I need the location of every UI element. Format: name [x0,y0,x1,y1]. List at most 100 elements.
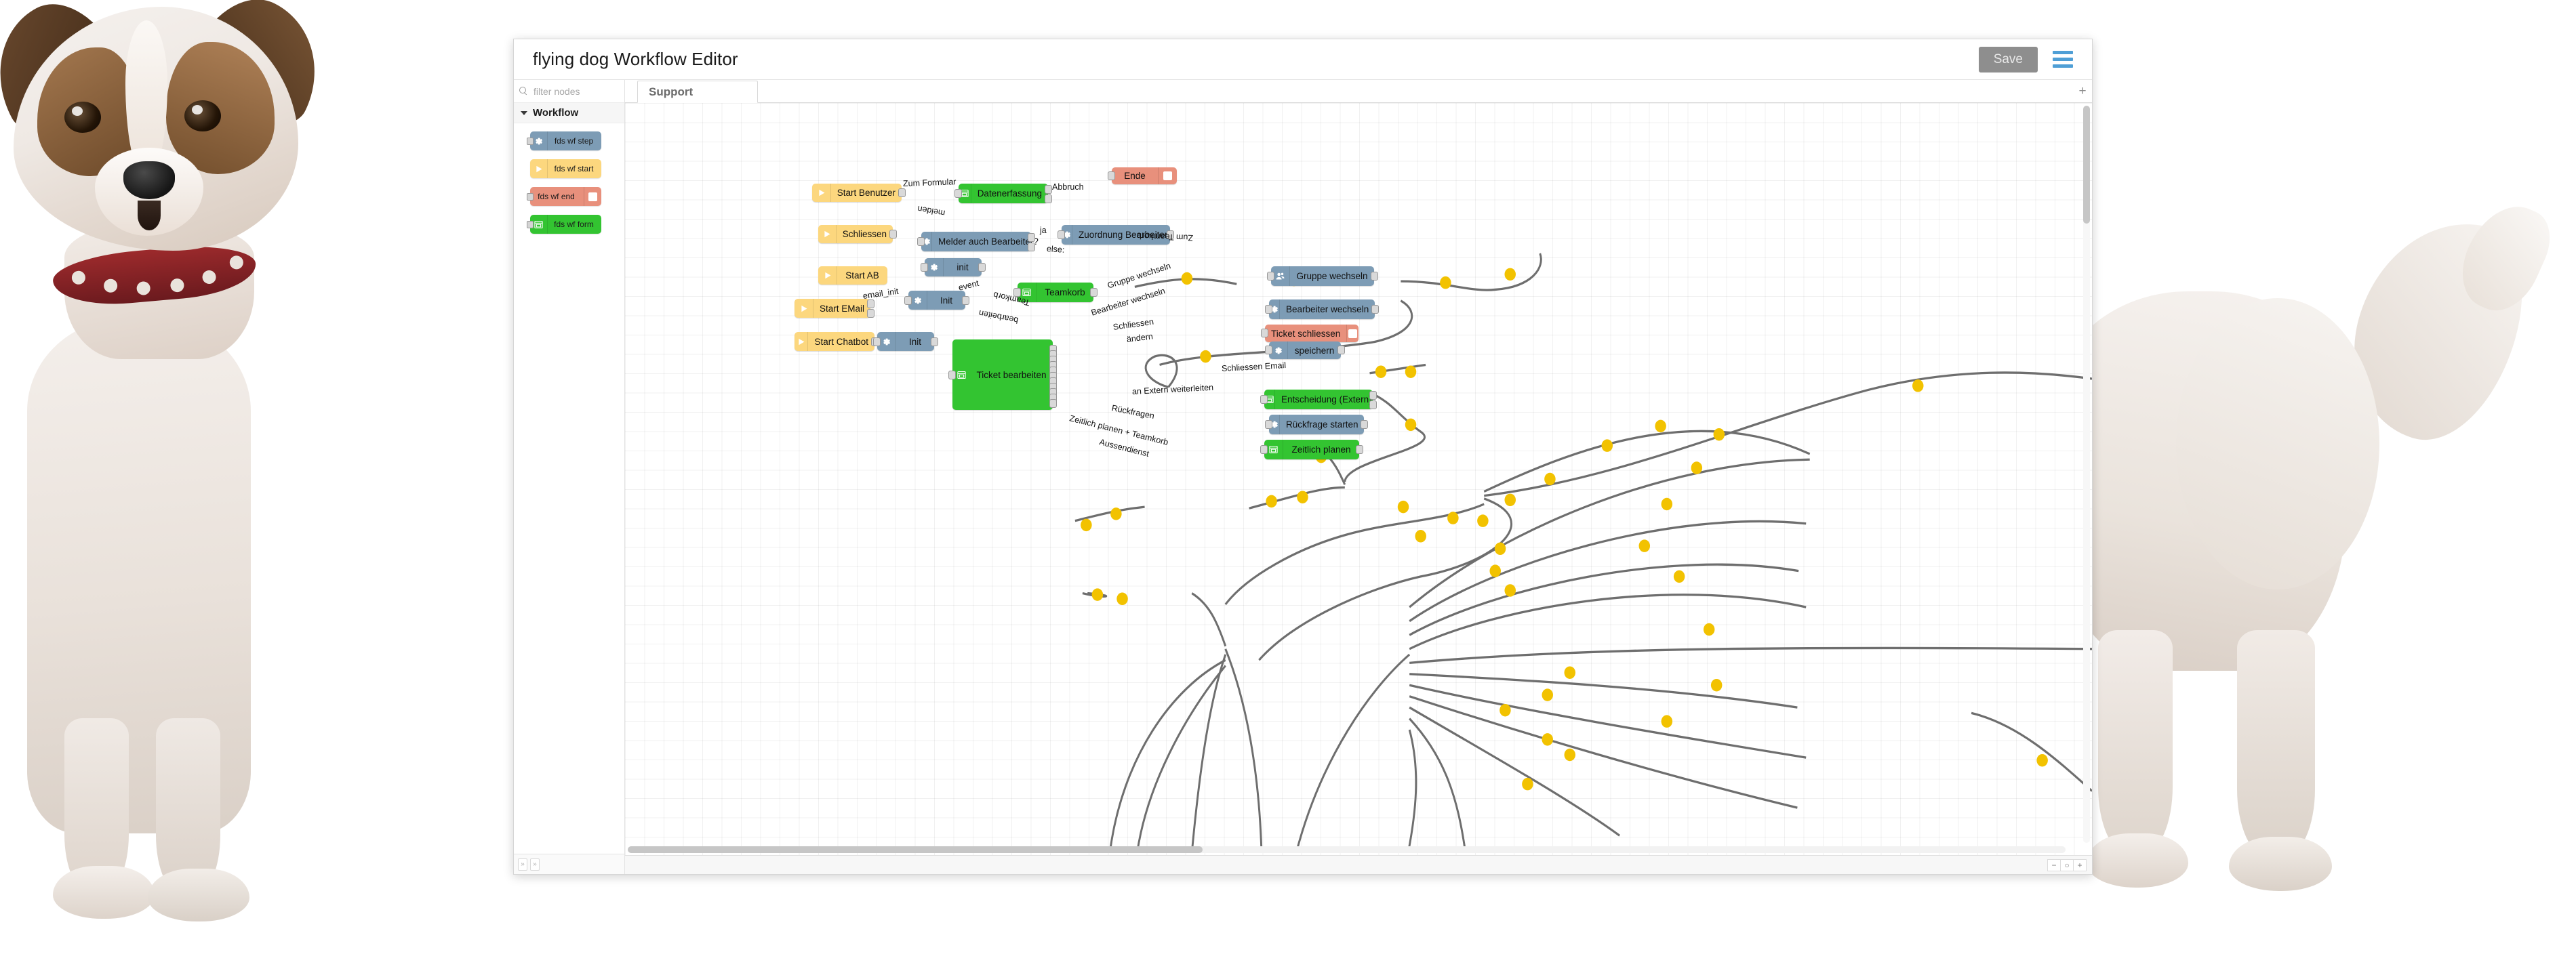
node-output-port[interactable] [962,296,969,305]
node-input-port[interactable] [1260,445,1268,454]
node-output-port[interactable] [889,230,897,238]
node-teamkorb[interactable]: Teamkorb [1013,283,1098,302]
node-input-port[interactable] [527,221,534,228]
stop-square [588,192,597,201]
node-input-port[interactable] [527,193,534,201]
node-output-port[interactable] [978,263,986,272]
plus-icon[interactable]: + [2073,858,2087,871]
node-schliessen[interactable]: Schliessen [818,225,897,243]
node-start-ab[interactable]: Start AB [818,266,887,285]
canvas-vertical-scrollbar[interactable] [2083,106,2090,843]
node-output-port-else[interactable] [1028,243,1035,251]
chevrons-up-icon[interactable]: » [518,858,527,871]
chevrons-down-icon[interactable]: » [530,858,540,871]
node-output-port[interactable] [931,337,938,346]
node-bearbeiter-wechseln[interactable]: Bearbeiter wechseln [1265,299,1379,319]
palette-node-label: fds wf start [554,164,594,173]
dog-collar [51,241,258,310]
node-output-port[interactable] [1361,420,1368,429]
scrollbar-thumb[interactable] [628,846,1203,853]
node-output-port-1[interactable] [1045,185,1052,194]
node-datenerfassung[interactable]: Datenerfassung [954,184,1052,203]
dog-right-paw [148,869,249,921]
node-speichern[interactable]: speichern [1265,341,1345,359]
node-gruppe-wechseln[interactable]: Gruppe wechseln [1267,266,1378,286]
node-start-chatbot[interactable]: Start Chatbot [794,332,879,351]
save-button[interactable]: Save [1978,46,2038,72]
palette-node-fds-wf-start[interactable]: fds wf start [530,159,601,178]
search-input[interactable] [532,85,619,98]
scrollbar-thumb[interactable] [2083,106,2090,224]
canvas-horizontal-scrollbar[interactable] [628,846,2066,853]
node-input-port[interactable] [1267,272,1274,281]
flow-canvas-grid[interactable]: Start Benutzer Datenerfassung Ende Schli… [625,103,2092,855]
palette-node-fds-wf-form[interactable]: fds wf form [527,215,601,234]
menu-bar-2 [2053,58,2073,61]
circle-icon[interactable]: ○ [2060,858,2074,871]
node-label: Bearbeiter wechseln [1286,304,1369,314]
node-output-port[interactable] [1371,305,1379,314]
node-output-port[interactable] [1337,346,1345,354]
node-label: Teamkorb [1045,287,1085,297]
node-input-port[interactable] [904,296,912,305]
menu-bar-3 [2053,64,2073,68]
node-output-port-2[interactable] [1369,400,1377,409]
node-output-port-2[interactable] [1045,194,1052,203]
node-rueckfrage-starten[interactable]: Rückfrage starten [1265,415,1368,434]
node-output-port[interactable] [1167,230,1174,239]
minus-icon[interactable]: − [2047,858,2061,871]
node-ticket-schliessen[interactable]: Ticket schliessen [1261,325,1359,342]
node-input-port[interactable] [527,138,534,145]
node-input-port[interactable] [1058,230,1065,239]
node-label: Zuordnung Bearbeiter [1079,230,1168,240]
workflow-editor-window: flying dog Workflow Editor Save Workflow [513,39,2093,875]
flow-canvas-viewport[interactable]: Start Benutzer Datenerfassung Ende Schli… [625,103,2092,855]
node-zuordnung-bearbeiter[interactable]: Zuordnung Bearbeiter [1058,225,1174,245]
palette-node-fds-wf-end[interactable]: fds wf end [527,187,601,206]
node-output-port[interactable] [1356,445,1363,454]
palette-node-label: fds wf step [554,136,594,146]
node-output-port[interactable] [1371,272,1378,281]
flow-tab-bar: Support + [625,80,2092,103]
node-label: Start AB [845,270,879,281]
node-start-email[interactable]: Start EMail [794,299,874,318]
node-init-2[interactable]: Init [904,291,969,310]
palette-node-fds-wf-step[interactable]: fds wf step [527,131,601,150]
node-input-port[interactable] [917,237,925,246]
node-start-benutzer[interactable]: Start Benutzer [812,184,906,202]
node-zeitlich-planen[interactable]: Zeitlich planen [1260,440,1363,459]
node-ticket-bearbeiten[interactable]: Ticket bearbeiten [948,339,1057,410]
node-input-port[interactable] [948,371,956,379]
node-output-port-1[interactable] [1369,391,1377,400]
node-ende[interactable]: Ende [1108,167,1177,184]
node-input-port[interactable] [1265,305,1272,314]
node-entscheidung-extern[interactable]: Entscheidung (Extern) [1260,390,1377,409]
node-output-port-1[interactable] [867,299,874,308]
node-input-port[interactable] [954,189,962,198]
node-output-port-11[interactable] [1049,399,1057,408]
node-init-3[interactable]: Init [873,332,938,351]
hamburger-menu-icon[interactable] [2053,51,2073,68]
node-output-port-2[interactable] [867,309,874,318]
node-input-port[interactable] [1261,329,1268,337]
node-output-port[interactable] [898,188,906,197]
node-input-port[interactable] [1260,395,1268,404]
dog-left-hind-paw [2087,833,2188,888]
tab-support[interactable]: Support [637,81,758,103]
node-melder-auch-bearbeiter[interactable]: Melder auch Bearbeiter? [917,232,1039,251]
dog-left-eye [64,102,101,133]
node-input-port[interactable] [921,263,928,272]
node-input-port[interactable] [1265,346,1272,354]
node-output-port-ja[interactable] [1028,233,1035,242]
node-output-port[interactable] [1090,288,1098,297]
palette-category-workflow[interactable]: Workflow [514,103,624,123]
node-input-port[interactable] [1265,420,1272,429]
node-init-1[interactable]: init [921,258,986,276]
node-input-port[interactable] [1013,288,1021,297]
dog-right-hind-leg [2237,630,2315,857]
window-header: flying dog Workflow Editor Save [514,39,2092,80]
node-input-port[interactable] [873,337,881,346]
dog-face-blaze [125,20,167,176]
plus-icon[interactable]: + [2073,80,2092,102]
node-input-port[interactable] [1108,171,1115,180]
